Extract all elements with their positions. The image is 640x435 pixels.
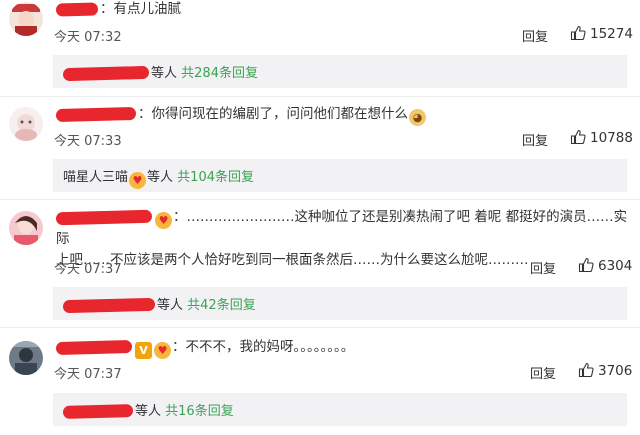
thumbs-up-icon [570, 129, 586, 149]
like-count: 15274 [590, 26, 633, 42]
heart-eyes-emoji: ♥ [154, 342, 171, 359]
avatar[interactable] [9, 211, 43, 245]
vip-badge: V [135, 342, 152, 359]
username-redacted[interactable] [62, 65, 150, 82]
username-redacted[interactable] [55, 339, 133, 355]
sub-reply-count[interactable]: 共104条回复 [177, 170, 254, 185]
comment-time: 今天 07:37 [54, 262, 122, 277]
like-count: 3706 [598, 363, 633, 379]
comment-time: 今天 07:33 [54, 134, 122, 149]
reply-button[interactable]: 回复 [522, 130, 548, 149]
comment-body: 有点儿油腻 [113, 1, 182, 17]
comment-time: 今天 07:37 [54, 367, 122, 382]
like-button[interactable]: 3706 [578, 362, 632, 382]
username-redacted[interactable] [55, 209, 153, 225]
avatar[interactable] [9, 341, 43, 375]
sub-reply-count[interactable]: 共284条回复 [181, 66, 258, 81]
doge-emoji: ◕ [409, 109, 426, 126]
username-redacted[interactable] [62, 297, 156, 314]
comment-time: 今天 07:32 [54, 30, 122, 45]
sub-reply-box[interactable]: 等人 共284条回复 [53, 55, 627, 88]
comment-text: V ♥ ：不不不，我的妈呀。。。。。。。。 [55, 337, 628, 359]
divider [0, 96, 640, 97]
divider [0, 199, 640, 200]
comment-body: 上吧……不应该是两个人恰好吃到同一根面条然后……为什么要这么尬呢……… [56, 252, 529, 268]
sub-reply-user[interactable]: 喵星人三喵 [63, 170, 128, 185]
reply-button[interactable]: 回复 [522, 26, 548, 45]
sub-reply-count[interactable]: 共16条回复 [165, 404, 234, 419]
comment-text: ：有点儿油腻 [55, 0, 628, 20]
heart-eyes-emoji: ♥ [129, 172, 147, 189]
avatar[interactable] [9, 107, 43, 141]
like-button[interactable]: 10788 [570, 129, 633, 149]
username-redacted[interactable] [62, 404, 134, 419]
sub-reply-box[interactable]: 等人 共42条回复 [53, 287, 627, 320]
reply-button[interactable]: 回复 [530, 258, 556, 277]
sub-reply-count[interactable]: 共42条回复 [187, 298, 256, 313]
username-redacted[interactable] [55, 1, 99, 17]
sub-reply-box[interactable]: 喵星人三喵 ♥ 等人 共104条回复 [53, 159, 627, 192]
divider [0, 327, 640, 328]
thumbs-up-icon [578, 362, 594, 382]
thumbs-up-icon [570, 25, 586, 45]
comment-body: 你得问现在的编剧了，问问他们都在想什么 [151, 106, 409, 122]
like-count: 10788 [590, 130, 633, 146]
heart-eyes-emoji: ♥ [155, 212, 172, 229]
username-redacted[interactable] [55, 106, 137, 122]
thumbs-up-icon [578, 257, 594, 277]
reply-button[interactable]: 回复 [530, 363, 556, 382]
like-button[interactable]: 15274 [570, 25, 633, 45]
comment-body: 不不不，我的妈呀。。。。。。。。 [185, 339, 355, 355]
sub-reply-box[interactable]: 等人 共16条回复 [53, 393, 627, 426]
comment-text: ：你得问现在的编剧了，问问他们都在想什么 ◕ [55, 104, 628, 126]
like-button[interactable]: 6304 [578, 257, 632, 277]
avatar[interactable] [9, 2, 43, 36]
like-count: 6304 [598, 258, 633, 274]
